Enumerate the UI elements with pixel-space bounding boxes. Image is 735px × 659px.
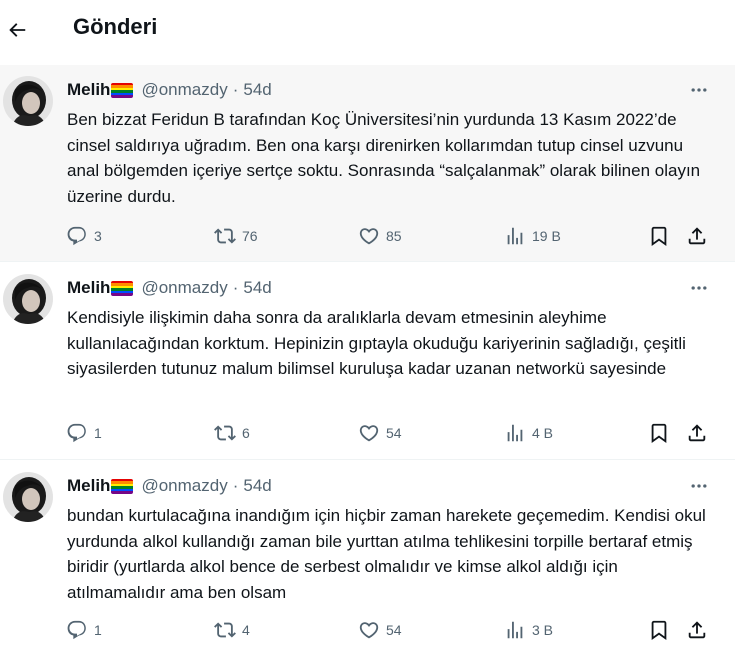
action-bar: 3 76 85 19 B: [56, 224, 716, 248]
arrow-left-icon: [9, 23, 26, 37]
display-name[interactable]: Melih: [67, 278, 110, 298]
retweet-count: 6: [242, 425, 250, 441]
view-count: 19 B: [532, 228, 561, 244]
profile-photo: [3, 472, 53, 522]
tweet-text: Ben bizzat Feridun B tarafından Koç Üniv…: [67, 110, 701, 206]
separator-dot: ·: [232, 476, 239, 495]
reply-icon: [67, 620, 86, 640]
top-bar: Gönderi: [0, 0, 735, 62]
more-options-button[interactable]: [684, 277, 714, 299]
separator-dot: ·: [232, 80, 239, 99]
retweet-button[interactable]: 76: [214, 224, 258, 248]
retweet-icon: [214, 425, 236, 441]
rainbow-flag-icon: [111, 280, 134, 296]
view-count: 3 B: [532, 622, 554, 638]
reply-icon: [67, 423, 86, 443]
reply-count: 3: [94, 228, 102, 244]
reply-count: 1: [94, 425, 102, 441]
timestamp[interactable]: 54d: [243, 80, 271, 100]
tweet-header: Melih @onmazdy · 54d: [67, 475, 272, 497]
bookmark-icon: [651, 226, 667, 247]
like-button[interactable]: 54: [358, 421, 402, 445]
more-icon: [691, 286, 707, 290]
retweet-button[interactable]: 6: [214, 421, 250, 445]
retweet-count: 4: [242, 622, 250, 638]
timestamp[interactable]: 54d: [243, 278, 271, 298]
share-button[interactable]: [686, 224, 708, 248]
share-icon: [688, 424, 706, 442]
tweet[interactable]: Melih @onmazdy · 54d Ben bizzat Feridun …: [0, 65, 735, 262]
tweet-header: Melih @onmazdy · 54d: [67, 79, 272, 101]
view-count: 4 B: [532, 425, 554, 441]
bookmark-button[interactable]: [648, 224, 670, 248]
retweet-button[interactable]: 4: [214, 618, 250, 642]
retweet-icon: [214, 228, 236, 244]
tweet-text: Kendisiyle ilişkimin daha sonra da aralı…: [67, 308, 686, 378]
analytics-icon: [507, 424, 523, 442]
tweet-text: bundan kurtulacağına inandığım için hiçb…: [67, 506, 706, 602]
action-bar: 1 6 54 4 B: [56, 421, 716, 445]
page-title: Gönderi: [73, 14, 158, 39]
timestamp[interactable]: 54d: [243, 476, 271, 496]
display-name[interactable]: Melih: [67, 476, 110, 496]
views-button[interactable]: 3 B: [504, 618, 553, 642]
reply-icon: [67, 226, 86, 246]
avatar[interactable]: [3, 76, 53, 126]
analytics-icon: [507, 621, 523, 639]
display-name[interactable]: Melih: [67, 80, 110, 100]
username[interactable]: @onmazdy: [141, 278, 227, 298]
tweet[interactable]: Melih @onmazdy · 54d bundan kurtulacağın…: [0, 461, 735, 659]
views-button[interactable]: 4 B: [504, 421, 553, 445]
share-icon: [688, 621, 706, 639]
reply-button[interactable]: 3: [66, 224, 102, 248]
share-icon: [688, 227, 706, 245]
tweet[interactable]: Melih @onmazdy · 54d Kendisiyle ilişkimi…: [0, 263, 735, 460]
profile-photo: [3, 76, 53, 126]
back-button[interactable]: [0, 12, 34, 48]
avatar[interactable]: [3, 274, 53, 324]
like-count: 54: [386, 622, 402, 638]
more-icon: [691, 484, 707, 488]
share-button[interactable]: [686, 421, 708, 445]
views-button[interactable]: 19 B: [504, 224, 561, 248]
reply-count: 1: [94, 622, 102, 638]
username[interactable]: @onmazdy: [141, 80, 227, 100]
retweet-icon: [214, 622, 236, 638]
like-button[interactable]: 54: [358, 618, 402, 642]
more-options-button[interactable]: [684, 79, 714, 101]
profile-photo: [3, 274, 53, 324]
rainbow-flag-icon: [111, 82, 134, 98]
rainbow-flag-icon: [111, 478, 134, 494]
heart-icon: [359, 622, 379, 639]
analytics-icon: [507, 227, 523, 245]
more-icon: [691, 88, 707, 92]
bookmark-icon: [651, 620, 667, 641]
heart-icon: [359, 425, 379, 442]
separator-dot: ·: [232, 278, 239, 297]
heart-icon: [359, 228, 379, 245]
username[interactable]: @onmazdy: [141, 476, 227, 496]
bookmark-button[interactable]: [648, 618, 670, 642]
like-count: 54: [386, 425, 402, 441]
action-bar: 1 4 54 3 B: [56, 618, 716, 642]
like-button[interactable]: 85: [358, 224, 402, 248]
bookmark-icon: [651, 423, 667, 444]
bookmark-button[interactable]: [648, 421, 670, 445]
avatar[interactable]: [3, 472, 53, 522]
tweet-header: Melih @onmazdy · 54d: [67, 277, 272, 299]
reply-button[interactable]: 1: [66, 421, 102, 445]
like-count: 85: [386, 228, 402, 244]
reply-button[interactable]: 1: [66, 618, 102, 642]
retweet-count: 76: [242, 228, 258, 244]
share-button[interactable]: [686, 618, 708, 642]
more-options-button[interactable]: [684, 475, 714, 497]
